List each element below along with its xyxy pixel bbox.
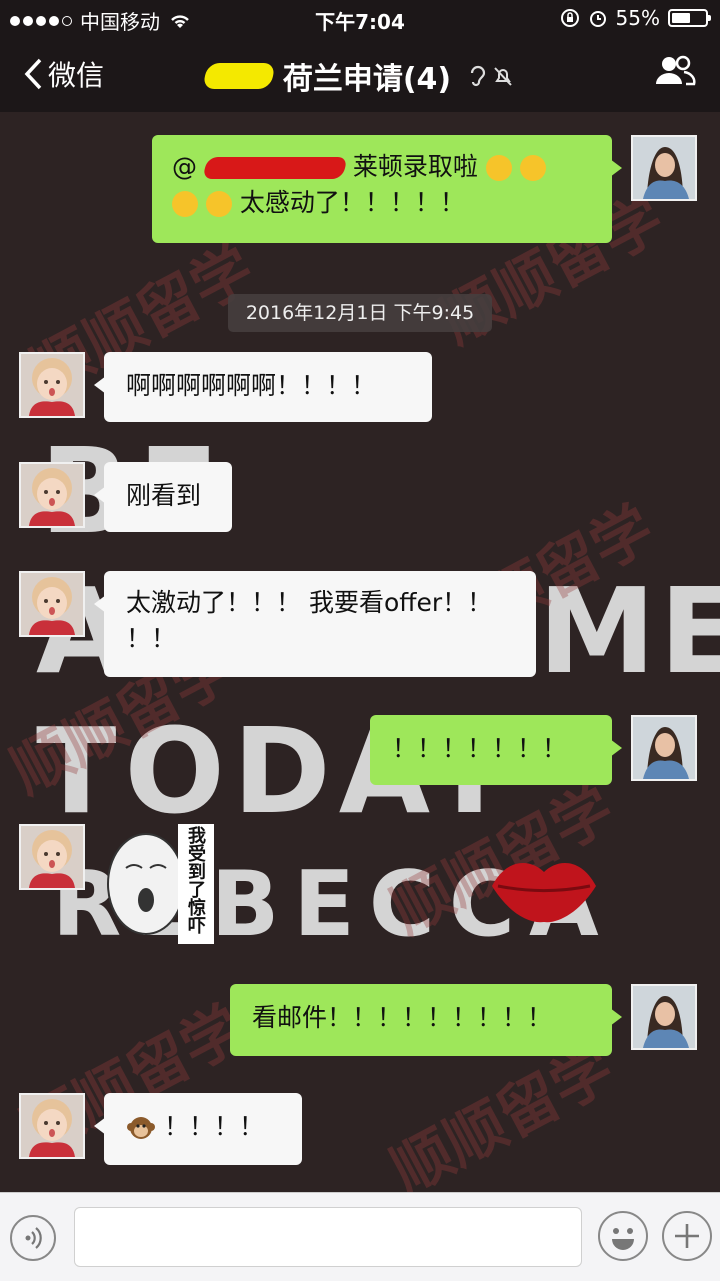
monkey-icon [127, 1117, 155, 1139]
message-text: 太感动了！！！！！ [239, 188, 465, 217]
avatar-self[interactable] [631, 135, 697, 201]
avatar-contact[interactable] [19, 462, 85, 528]
emoji-button[interactable] [598, 1211, 648, 1261]
plus-icon [675, 1224, 699, 1248]
mute-bell-icon [494, 67, 512, 86]
message-bubble[interactable]: ！！！！！！！ [370, 715, 622, 785]
redaction-scribble [202, 157, 348, 179]
mention-prefix: @ [172, 152, 197, 181]
status-bar: 中国移动 下午7:04 55% [0, 0, 720, 36]
lips-icon [492, 863, 596, 923]
battery-percent: 55% [615, 6, 660, 30]
child-portrait-icon [21, 573, 83, 635]
redaction-scribble [202, 63, 276, 89]
avatar-contact[interactable] [19, 352, 85, 418]
crying-emoji-icon [205, 191, 232, 217]
woman-portrait-icon [633, 717, 695, 779]
voice-input-button[interactable] [10, 1215, 56, 1261]
woman-portrait-icon [633, 137, 695, 199]
voice-icon [25, 1227, 42, 1249]
message-line: @ 莱顿录取啦 [172, 149, 592, 185]
chat-area[interactable]: BE AWESOME TODAY REBECCA 顺顺留学 顺顺留学 顺顺留学 … [0, 112, 720, 1192]
sticker-message[interactable]: 我受到了惊吓 [104, 818, 222, 950]
group-members-button[interactable] [654, 54, 696, 92]
crying-emoji-icon [172, 191, 198, 217]
input-bar [0, 1192, 720, 1281]
alarm-icon [589, 11, 606, 27]
more-button[interactable] [662, 1211, 712, 1261]
message-bubble[interactable]: @ 莱顿录取啦 太感动了！！！！！ [152, 135, 622, 243]
avatar-contact[interactable] [19, 571, 85, 637]
chat-title-wrap: 荷兰申请(4) [0, 54, 720, 98]
child-portrait-icon [21, 1095, 83, 1157]
crying-emoji-icon [519, 155, 546, 181]
message-text: 太激动了！！！ 我要看offer！！ [126, 588, 493, 617]
child-portrait-icon [21, 826, 83, 888]
sticker-caption: 我受到了惊吓 [185, 826, 206, 934]
message-bubble[interactable]: 太激动了！！！ 我要看offer！！ ！！ [94, 571, 536, 677]
message-text: 啊啊啊啊啊啊！！！！ [126, 371, 377, 400]
message-bubble[interactable]: 啊啊啊啊啊啊！！！！ [94, 352, 432, 422]
woman-portrait-icon [633, 986, 695, 1048]
group-icon [656, 55, 696, 86]
nav-bar: 微信 荷兰申请(4) [0, 36, 720, 112]
chat-title: 荷兰申请(4) [282, 62, 452, 97]
message-input[interactable] [74, 1207, 582, 1267]
avatar-self[interactable] [631, 715, 697, 781]
message-bubble[interactable]: 看邮件！！！！！！！！！ [230, 984, 622, 1056]
message-text: ！！！！！！！ [392, 734, 568, 763]
rotation-lock-icon [560, 9, 579, 27]
message-bubble[interactable]: 刚看到 [94, 462, 232, 532]
avatar-self[interactable] [631, 984, 697, 1050]
battery-icon [668, 9, 711, 27]
earpiece-mode-icon [471, 65, 486, 87]
message-line: 太感动了！！！！！ [172, 185, 592, 221]
smiley-icon [612, 1228, 634, 1250]
message-bubble[interactable]: ！！！！ [94, 1093, 302, 1165]
child-portrait-icon [21, 354, 83, 416]
message-text: ！！ [126, 624, 177, 653]
avatar-contact[interactable] [19, 824, 85, 890]
message-text: 看邮件！！！！！！！！！ [252, 1003, 553, 1032]
message-text: ！！！！ [163, 1112, 264, 1141]
crying-emoji-icon [485, 155, 512, 181]
timestamp: 2016年12月1日 下午9:45 [228, 294, 492, 332]
avatar-contact[interactable] [19, 1093, 85, 1159]
child-portrait-icon [21, 464, 83, 526]
message-text: 刚看到 [126, 481, 202, 510]
message-text: 莱顿录取啦 [352, 152, 478, 181]
status-right: 55% [560, 6, 711, 30]
